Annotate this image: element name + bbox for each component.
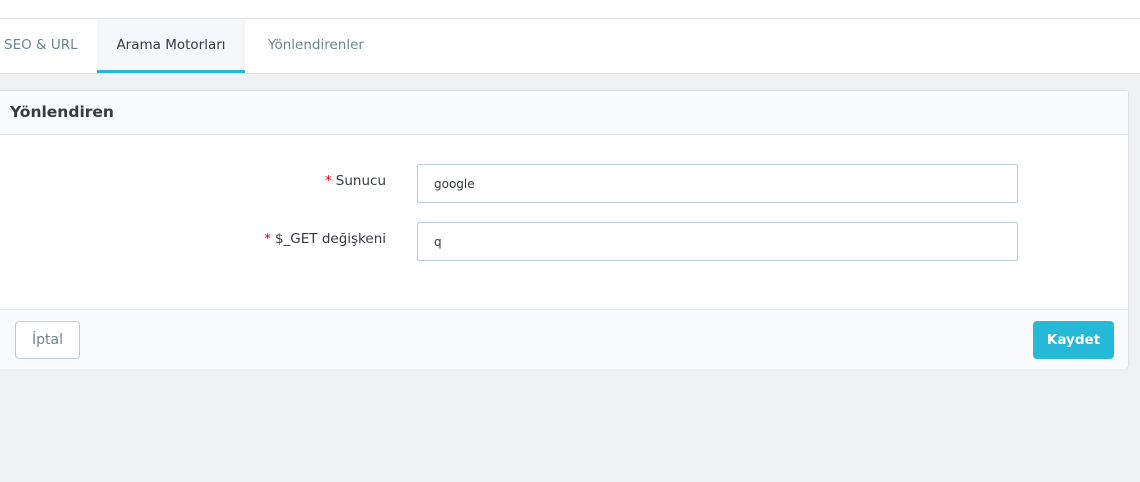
required-mark: *: [264, 231, 271, 247]
tab-bar: SEO & URL Arama Motorları Yönlendirenler: [0, 19, 1140, 74]
tab-search-engines[interactable]: Arama Motorları: [97, 19, 245, 73]
get-variable-label: * $_GET değişkeni: [264, 231, 386, 247]
server-input[interactable]: [417, 164, 1018, 203]
save-button[interactable]: Kaydet: [1033, 321, 1114, 359]
tab-referrers[interactable]: Yönlendirenler: [268, 19, 388, 73]
server-label: * Sunucu: [325, 173, 386, 189]
get-variable-label-text: $_GET değişkeni: [274, 231, 386, 247]
referrer-form-card: Yönlendiren *Sunucu *$_GET değişkeni İpt…: [0, 90, 1129, 369]
required-mark: *: [325, 173, 332, 189]
cancel-button[interactable]: İptal: [15, 321, 80, 359]
card-header: Yönlendiren: [0, 91, 1128, 135]
server-label-text: Sunucu: [335, 173, 386, 189]
card-title: Yönlendiren: [10, 103, 114, 121]
card-footer: İptal Kaydet: [0, 309, 1128, 369]
get-variable-input[interactable]: [417, 222, 1018, 261]
tab-seo-url[interactable]: SEO & URL: [4, 19, 90, 73]
top-bar: [0, 0, 1140, 19]
